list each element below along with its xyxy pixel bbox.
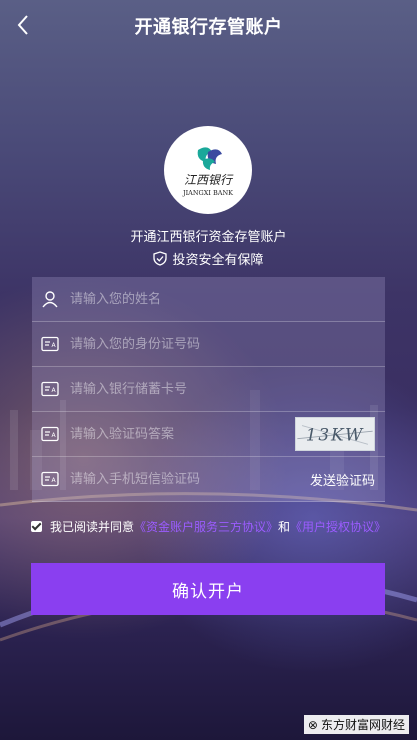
agreement-checkbox[interactable] bbox=[31, 521, 42, 532]
id-row: A bbox=[32, 322, 385, 367]
bank-name-cn: 江西银行 bbox=[184, 173, 234, 187]
bank-card-input[interactable] bbox=[70, 367, 385, 411]
sms-icon: A bbox=[40, 469, 60, 489]
security-note: 投资安全有保障 bbox=[0, 249, 417, 268]
security-text: 投资安全有保障 bbox=[172, 253, 264, 268]
user-authorization-link[interactable]: 《用户授权协议》 bbox=[290, 520, 386, 534]
chevron-left-icon bbox=[17, 15, 28, 35]
watermark-text: 东方财富网财经 bbox=[320, 718, 405, 732]
subtitle-text: 开通江西银行资金存管账户 bbox=[130, 230, 287, 245]
send-code-button[interactable]: 发送验证码 bbox=[310, 470, 375, 489]
captcha-icon: A bbox=[40, 424, 60, 444]
svg-text:A: A bbox=[52, 342, 57, 349]
svg-text:A: A bbox=[52, 387, 57, 394]
id-number-input[interactable] bbox=[70, 322, 385, 366]
name-row bbox=[32, 277, 385, 322]
watermark-logo-icon: ⊗ bbox=[307, 717, 318, 732]
user-icon bbox=[40, 289, 60, 309]
captcha-text: 13KW bbox=[306, 425, 365, 445]
agreement-prefix: 我已阅读并同意 bbox=[50, 520, 135, 534]
bank-logo: 江西银行 JIANGXI BANK bbox=[164, 126, 252, 214]
sms-code-input[interactable] bbox=[70, 457, 310, 501]
bank-account-screen: 开通银行存管账户 江西银行 JIANGXI BANK 开通江西银行资金存管账户 … bbox=[0, 0, 417, 740]
id-card-icon: A bbox=[40, 334, 60, 354]
bank-card-icon: A bbox=[40, 379, 60, 399]
back-button[interactable] bbox=[8, 10, 38, 40]
shield-check-icon bbox=[153, 251, 168, 266]
confirm-open-account-button[interactable]: 确认开户 bbox=[31, 563, 385, 615]
watermark: ⊗ 东方财富网财经 bbox=[303, 715, 409, 734]
svg-text:A: A bbox=[52, 432, 57, 439]
agreement-line: 我已阅读并同意《资金账户服务三方协议》和《用户授权协议》 bbox=[31, 517, 391, 537]
agreement-and: 和 bbox=[278, 520, 291, 534]
sms-row: A 发送验证码 bbox=[32, 457, 385, 502]
captcha-image[interactable]: 13KW bbox=[295, 417, 375, 451]
bank-name-en: JIANGXI BANK bbox=[182, 189, 233, 197]
svg-text:A: A bbox=[52, 477, 57, 484]
page-title: 开通银行存管账户 bbox=[134, 17, 283, 38]
card-row: A bbox=[32, 367, 385, 412]
account-form: A A A bbox=[32, 277, 385, 502]
name-input[interactable] bbox=[70, 277, 385, 321]
captcha-input[interactable] bbox=[70, 412, 295, 456]
fund-account-agreement-link[interactable]: 《资金账户服务三方协议》 bbox=[134, 520, 278, 534]
captcha-row: A 13KW bbox=[32, 412, 385, 457]
header-bar: 开通银行存管账户 bbox=[0, 0, 417, 52]
